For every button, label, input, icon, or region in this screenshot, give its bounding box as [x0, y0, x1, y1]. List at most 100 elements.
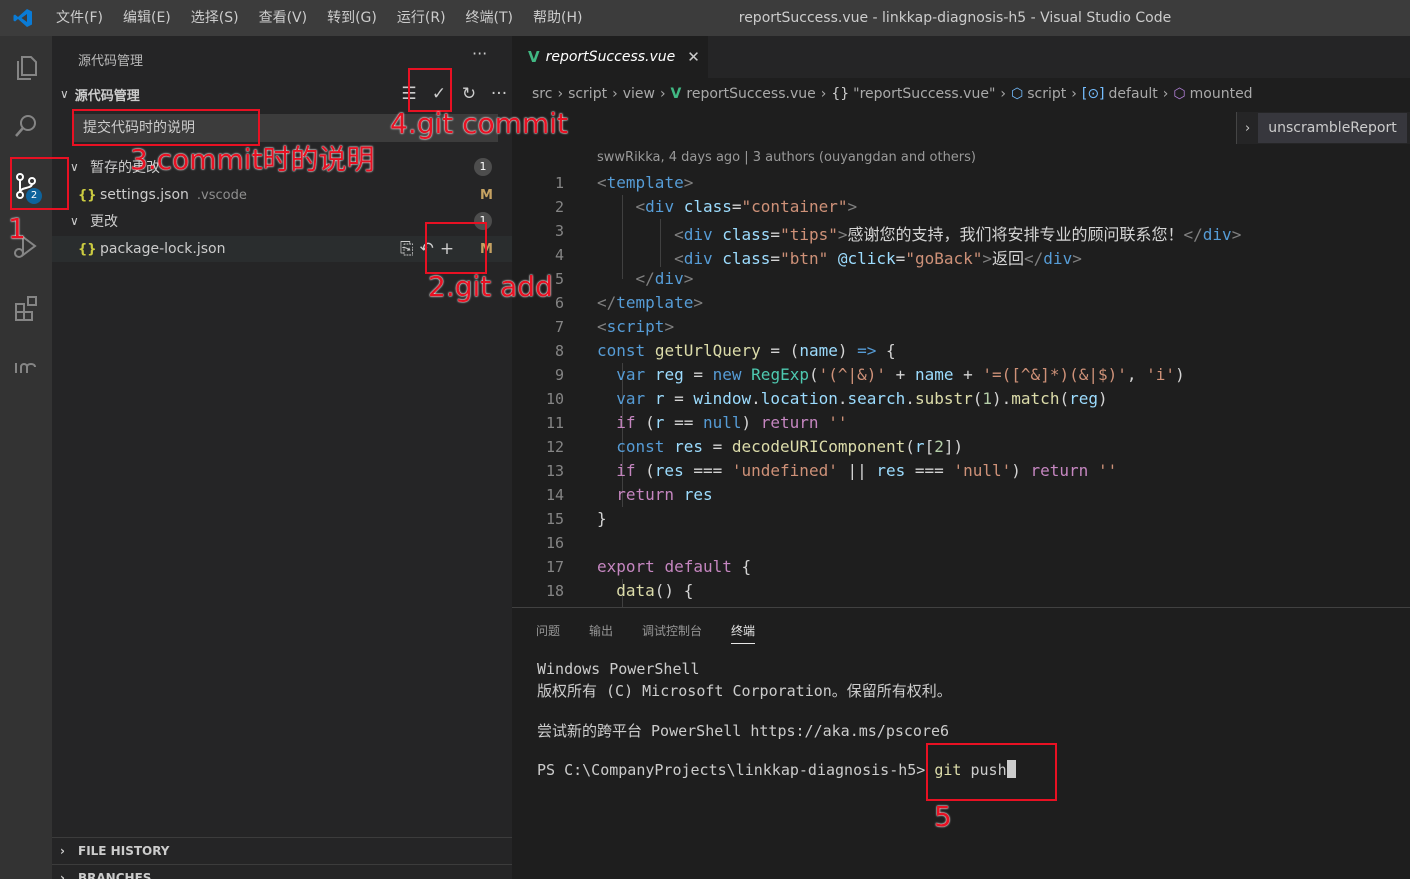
branches-section[interactable]: › BRANCHES [52, 864, 512, 879]
chevron-down-icon: ∨ [70, 160, 79, 174]
line-number: 10 [545, 390, 564, 408]
vscode-logo-icon [0, 0, 46, 36]
code-line: <div class="container"> [635, 197, 858, 216]
breadcrumb-src[interactable]: src [532, 86, 552, 102]
line-number: 12 [545, 438, 564, 456]
line-number: 7 [554, 318, 564, 336]
changes-file-name: package-lock.json [100, 241, 226, 257]
panel-tabs: 问题 输出 调试控制台 终端 [536, 622, 784, 644]
branches-label: BRANCHES [78, 870, 152, 879]
staged-file-status: M [480, 187, 493, 203]
tab-debug-console[interactable]: 调试控制台 [642, 622, 702, 644]
git-blame-annotation[interactable]: swwRikka, 4 days ago | 3 authors (ouyang… [597, 150, 976, 165]
line-number: 9 [554, 366, 564, 384]
annotation-box-commit [408, 68, 452, 112]
annotation-box-push [926, 743, 1057, 801]
terminal-line: Windows PowerShell [537, 660, 700, 678]
more-icon[interactable]: ··· [484, 84, 514, 104]
file-history-section[interactable]: › FILE HISTORY [52, 837, 512, 863]
annotation-2: 2.git add [428, 270, 553, 303]
file-history-label: FILE HISTORY [78, 843, 170, 858]
annotation-4: 4.git commit [390, 107, 568, 140]
json-file-icon: {} [78, 241, 97, 257]
method-icon: ⬡ [1173, 86, 1186, 102]
menu-edit[interactable]: 编辑(E) [113, 0, 181, 36]
outline-dropdown: › unscrambleReport [1236, 112, 1410, 144]
code-line: var r = window.location.search.substr(1)… [616, 389, 1108, 408]
staged-file-name: settings.json [100, 187, 189, 203]
code-line: const getUrlQuery = (name) => { [597, 341, 896, 360]
menu-help[interactable]: 帮助(H) [523, 0, 592, 36]
chevron-right-icon: › [60, 843, 65, 858]
field-icon: [⊙] [1081, 86, 1105, 102]
code-line: export default { [597, 557, 752, 576]
menu-view[interactable]: 查看(V) [249, 0, 318, 36]
annotation-1: 1 [8, 212, 26, 245]
code-line: if (r == null) return '' [616, 413, 848, 432]
chevron-down-icon: ∨ [70, 214, 79, 228]
menu-file[interactable]: 文件(F) [46, 0, 113, 36]
search-icon[interactable] [0, 98, 52, 154]
outline-item-unscramblereport[interactable]: unscrambleReport [1258, 113, 1407, 143]
json-file-icon: {} [78, 187, 97, 203]
breadcrumb-file[interactable]: reportSuccess.vue [686, 86, 815, 102]
terminal-line: 尝试新的跨平台 PowerShell https://aka.ms/pscore… [537, 722, 950, 740]
annotation-5: 5 [934, 800, 952, 833]
code-editor[interactable]: 1 2 3 4 5 6 7 8 9 10 11 12 13 14 15 16 1… [512, 171, 1410, 607]
changes-label: 更改 [90, 214, 118, 230]
tab-reportsuccess[interactable]: V reportSuccess.vue ✕ [512, 36, 708, 78]
tab-problems[interactable]: 问题 [536, 622, 560, 644]
breadcrumb-view[interactable]: view [623, 86, 655, 102]
chevron-right-icon: › [60, 870, 65, 879]
breadcrumb-mounted[interactable]: mounted [1190, 86, 1253, 102]
code-line: data() { [616, 581, 694, 600]
tab-label: reportSuccess.vue [545, 49, 676, 65]
window-title: reportSuccess.vue - linkkap-diagnosis-h5… [738, 10, 1172, 26]
chevron-down-icon: ∨ [60, 87, 69, 101]
code-line: </template> [597, 293, 703, 312]
refresh-icon[interactable]: ↻ [454, 84, 484, 104]
menu-run[interactable]: 运行(R) [387, 0, 456, 36]
line-number: 11 [545, 414, 564, 432]
tab-terminal[interactable]: 终端 [731, 622, 756, 644]
annotation-3: 3.commit时的说明 [130, 143, 375, 176]
menu-selection[interactable]: 选择(S) [181, 0, 249, 36]
menu-go[interactable]: 转到(G) [317, 0, 387, 36]
line-number: 17 [545, 558, 564, 576]
btn-text: 返回 [992, 249, 1025, 268]
gitlens-icon[interactable] [0, 338, 52, 394]
line-number: 15 [545, 510, 564, 528]
breadcrumb-object[interactable]: "reportSuccess.vue" [853, 86, 995, 102]
files-icon[interactable] [0, 40, 52, 96]
line-number: 18 [545, 582, 564, 600]
breadcrumb: src › script › view › VreportSuccess.vue › {… [532, 86, 1253, 102]
staged-count-badge: 1 [474, 158, 492, 176]
breadcrumb-default[interactable]: default [1109, 86, 1158, 102]
open-file-icon[interactable]: ⎘ [400, 239, 414, 259]
line-number: 1 [554, 174, 564, 192]
close-icon[interactable]: ✕ [687, 48, 700, 66]
extensions-icon[interactable] [0, 280, 52, 336]
cube-icon: ⬡ [1011, 86, 1024, 102]
vue-file-icon: V [670, 86, 682, 102]
menu-terminal[interactable]: 终端(T) [456, 0, 523, 36]
line-number: 16 [545, 534, 564, 552]
line-number: 14 [545, 486, 564, 504]
chevron-right-icon: › [1245, 120, 1251, 136]
terminal-prompt: PS C:\CompanyProjects\linkkap-diagnosis-… [537, 761, 935, 779]
tips-text: 感谢您的支持，我们将安排专业的顾问联系您！ [847, 225, 1184, 244]
terminal-line: 版权所有 (C) Microsoft Corporation。保留所有权利。 [537, 682, 952, 700]
line-number: 13 [545, 462, 564, 480]
staged-file-row[interactable]: {} settings.json .vscode M [52, 182, 512, 208]
code-line: <div class="tips">感谢您的支持，我们将安排专业的顾问联系您！<… [674, 225, 1242, 244]
vue-file-icon: V [528, 48, 540, 66]
editor-tabs: V reportSuccess.vue ✕ [512, 36, 1410, 78]
line-number: 2 [554, 198, 564, 216]
breadcrumb-script[interactable]: script [568, 86, 607, 102]
code-line: <script> [597, 317, 675, 336]
more-actions-icon[interactable]: ··· [472, 44, 487, 63]
tab-output[interactable]: 输出 [589, 622, 613, 644]
line-number: 3 [554, 222, 564, 240]
breadcrumb-script-sym[interactable]: script [1027, 86, 1066, 102]
line-number: 8 [554, 342, 564, 360]
